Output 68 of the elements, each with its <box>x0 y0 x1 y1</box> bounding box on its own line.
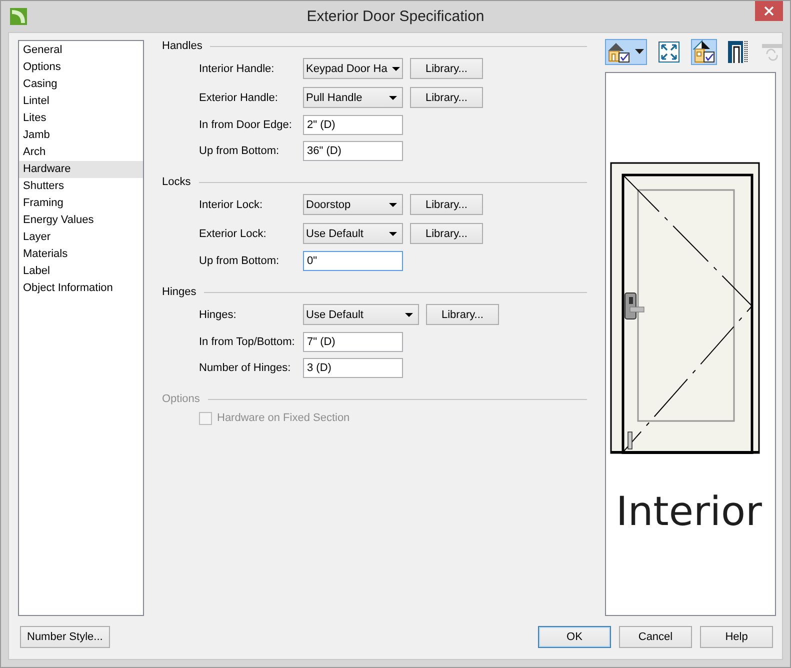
caret-icon <box>634 49 645 55</box>
caret-icon <box>389 202 397 206</box>
input-field[interactable]: 36" (D) <box>303 141 403 161</box>
field-label: Hinges: <box>199 308 238 320</box>
category-item[interactable]: Jamb <box>19 127 143 144</box>
input-field[interactable]: 0" <box>303 251 403 271</box>
refresh-icon <box>761 43 783 61</box>
caret-icon <box>389 96 397 100</box>
category-item[interactable]: Framing <box>19 195 143 212</box>
category-item[interactable]: Materials <box>19 246 143 263</box>
input-field[interactable]: 7" (D) <box>303 332 403 352</box>
field-label: In from Door Edge: <box>199 119 293 131</box>
section-title: Handles <box>162 40 202 52</box>
caret-icon <box>392 66 400 70</box>
caret-icon <box>389 232 397 236</box>
input-field[interactable]: 3 (D) <box>303 358 403 378</box>
field-label: Interior Lock: <box>199 198 264 210</box>
dropdown[interactable]: Pull Handle <box>303 87 403 108</box>
field-label: Up from Bottom: <box>199 145 280 157</box>
category-item[interactable]: Object Information <box>19 280 143 297</box>
section-title: Hinges <box>162 286 196 298</box>
field-label: Exterior Lock: <box>199 228 268 240</box>
dialog-button[interactable]: Cancel <box>619 626 692 648</box>
view-label: Interior <box>616 489 762 535</box>
category-item[interactable]: General <box>19 42 143 59</box>
close-icon <box>764 6 774 16</box>
dropdown[interactable]: Doorstop <box>303 194 403 215</box>
app-icon <box>10 8 27 25</box>
close-button[interactable] <box>755 1 783 21</box>
input-field[interactable]: 2" (D) <box>303 115 403 135</box>
library-button[interactable]: Library... <box>410 223 483 244</box>
section-title: Options <box>162 393 200 405</box>
category-item[interactable]: Hardware <box>19 161 143 178</box>
field-label: Exterior Handle: <box>199 92 279 104</box>
field-label: In from Top/Bottom: <box>199 336 296 348</box>
field-label: Number of Hinges: <box>199 362 292 374</box>
category-item[interactable]: Layer <box>19 229 143 246</box>
fullscreen-icon <box>658 41 680 63</box>
library-button[interactable]: Library... <box>410 194 483 215</box>
category-item[interactable]: Label <box>19 263 143 280</box>
toolbar-button[interactable] <box>605 39 647 65</box>
dropdown[interactable]: Use Default <box>303 304 419 325</box>
category-item[interactable]: Casing <box>19 76 143 93</box>
toolbar-button[interactable] <box>691 39 717 65</box>
category-item[interactable]: Lintel <box>19 93 143 110</box>
house-check-icon <box>693 40 715 64</box>
library-button[interactable]: Library... <box>410 58 483 79</box>
number-style-button[interactable]: Number Style... <box>20 626 110 648</box>
library-button[interactable]: Library... <box>426 304 499 325</box>
category-item[interactable]: Options <box>19 59 143 76</box>
dropdown[interactable]: Use Default <box>303 223 403 244</box>
checkbox-label: Hardware on Fixed Section <box>217 412 350 424</box>
door-frame-icon <box>728 41 748 63</box>
category-item[interactable]: Lites <box>19 110 143 127</box>
library-button[interactable]: Library... <box>410 87 483 108</box>
dropdown[interactable]: Keypad Door Ha <box>303 58 403 79</box>
category-item[interactable]: Shutters <box>19 178 143 195</box>
category-item[interactable]: Arch <box>19 144 143 161</box>
toolbar-button[interactable] <box>726 39 750 65</box>
category-item[interactable]: Energy Values <box>19 212 143 229</box>
caret-icon <box>405 312 413 316</box>
dialog-button[interactable]: Help <box>700 626 773 648</box>
house-check-icon <box>607 41 631 63</box>
window-title: Exterior Door Specification <box>306 8 484 25</box>
section-title: Locks <box>162 176 191 188</box>
field-label: Interior Handle: <box>199 62 276 74</box>
dialog-button[interactable]: OK <box>538 626 611 648</box>
field-label: Up from Bottom: <box>199 255 280 267</box>
